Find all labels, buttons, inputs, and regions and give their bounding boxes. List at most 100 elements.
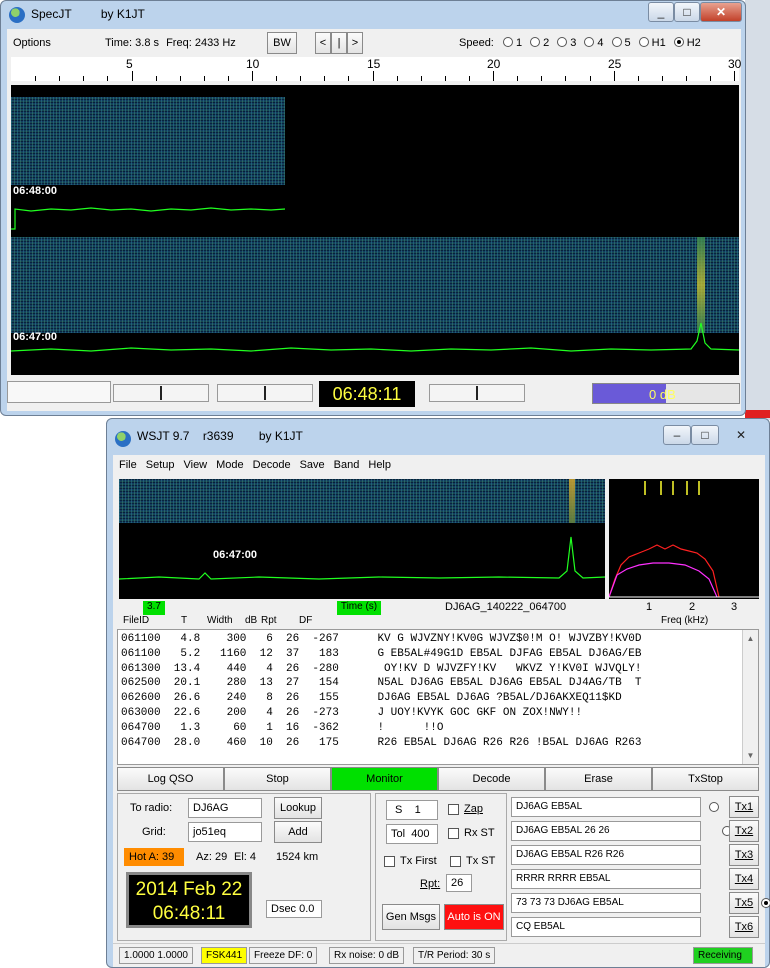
decode-row[interactable]: 061100 4.8 300 6 26 -267 KV G WJVZNY!KV0… (121, 632, 641, 647)
tol-field[interactable]: Tol 400 (386, 824, 438, 844)
tx-select-radio[interactable] (761, 898, 770, 908)
decode-rpt: 26 (286, 706, 300, 719)
tx-message-input[interactable]: CQ EB5AL (511, 917, 701, 937)
monitor-button[interactable]: Monitor (331, 767, 438, 791)
radio-icon[interactable] (503, 37, 513, 47)
speed-option-h1[interactable]: H1 (638, 37, 666, 49)
tx-button[interactable]: Tx4 (729, 868, 759, 890)
dsec-field[interactable]: Dsec 0.0 (266, 900, 322, 918)
s-field[interactable]: S 1 (386, 800, 438, 820)
maximize-button[interactable]: □ (674, 2, 700, 22)
scroll-down-icon[interactable]: ▼ (743, 751, 758, 760)
stop-button[interactable]: Stop (224, 767, 331, 791)
menu-band[interactable]: Band (334, 459, 360, 471)
decode-row[interactable]: 064700 1.3 60 1 16 -362 ! !!O (121, 721, 641, 736)
wsjt-waterfall[interactable]: 06:47:00 (119, 479, 605, 599)
close-button[interactable]: ✕ (700, 2, 742, 22)
menu-mode[interactable]: Mode (216, 459, 244, 471)
grid-input[interactable]: jo51eq (188, 822, 262, 842)
decode-row[interactable]: 062600 26.6 240 8 26 155 DJ6AG EB5AL DJ6… (121, 691, 641, 706)
decode-text: KV G WJVZNY!KV0G WJVZ$0!M O! WJVZBY!KV0D (377, 633, 642, 645)
scroll-up-icon[interactable]: ▲ (743, 634, 758, 643)
zap-checkbox[interactable] (448, 804, 459, 815)
decode-row[interactable]: 062500 20.1 280 13 27 154 N5AL DJ6AG EB5… (121, 676, 641, 691)
tol-label: Tol (391, 828, 406, 840)
radio-icon[interactable] (530, 37, 541, 47)
decode-row[interactable]: 064700 28.0 460 10 26 175 R26 EB5AL DJ6A… (121, 736, 641, 751)
minimize-button[interactable]: _ (648, 2, 674, 22)
tx-message-input[interactable]: DJ6AG EB5AL (511, 797, 701, 817)
tx-message-input[interactable]: DJ6AG EB5AL 26 26 (511, 821, 701, 841)
radio-icon[interactable] (638, 37, 649, 47)
slider-handle[interactable] (476, 386, 478, 400)
rpt-input[interactable]: 26 (446, 874, 472, 892)
decode-row[interactable]: 061100 5.2 1160 12 37 183 G EB5AL#49G1D … (121, 647, 641, 662)
erase-button[interactable]: Erase (545, 767, 652, 791)
nav-prev-button[interactable]: < (315, 32, 331, 54)
rx-st-checkbox[interactable] (448, 828, 459, 839)
maximize-button[interactable]: □ (691, 425, 719, 445)
speed-option-3[interactable]: 3 (557, 37, 576, 49)
minimize-button[interactable]: – (663, 425, 691, 445)
status-freeze: Freeze DF: 0 (249, 947, 318, 964)
menu-decode[interactable]: Decode (253, 459, 291, 471)
decode-rpt: 26 (286, 692, 300, 705)
tx-message-input[interactable]: 73 73 73 DJ6AG EB5AL (511, 893, 701, 913)
tx-message-input[interactable]: DJ6AG EB5AL R26 R26 (511, 845, 701, 865)
speed-option-4[interactable]: 4 (584, 37, 604, 49)
speed-option-1[interactable]: 1 (503, 37, 522, 49)
slider-handle[interactable] (160, 386, 162, 400)
brightness-slider[interactable] (113, 384, 209, 402)
menu-setup[interactable]: Setup (146, 459, 175, 471)
radio-icon[interactable] (611, 37, 622, 47)
radio-icon[interactable] (584, 37, 595, 47)
gain-slider[interactable] (429, 384, 525, 402)
decoded-text-area[interactable]: 061100 4.8 300 6 26 -267 KV G WJVZNY!KV0… (117, 629, 759, 765)
radio-icon[interactable] (557, 37, 568, 47)
tx-button[interactable]: Tx6 (729, 916, 759, 938)
decode-row[interactable]: 061300 13.4 440 4 26 -280 OY!KV D WJVZFY… (121, 662, 641, 677)
decode-width: 440 (226, 662, 247, 675)
tx-button[interactable]: Tx2 (729, 820, 759, 842)
log-qso-button[interactable]: Log QSO (117, 767, 224, 791)
decode-rpt: 26 (286, 633, 300, 645)
ruler-tick (132, 71, 133, 81)
menu-save[interactable]: Save (300, 459, 325, 471)
tx-button[interactable]: Tx1 (729, 796, 759, 818)
decode-rpt: 37 (286, 647, 300, 660)
ruler-tick (348, 76, 349, 81)
options-menu[interactable]: Options (13, 37, 51, 49)
nav-next-button[interactable]: > (347, 32, 363, 54)
gen-msgs-button[interactable]: Gen Msgs (382, 904, 440, 930)
menu-view[interactable]: View (183, 459, 207, 471)
lookup-button[interactable]: Lookup (274, 797, 322, 819)
add-button[interactable]: Add (274, 821, 322, 843)
txstop-button[interactable]: TxStop (652, 767, 759, 791)
tx-message-input[interactable]: RRRR RRRR EB5AL (511, 869, 701, 889)
auto-on-button[interactable]: Auto is ON (444, 904, 504, 930)
speed-option-h2[interactable]: H2 (673, 37, 701, 49)
specjt-titlebar: SpecJT by K1JT (1, 1, 745, 29)
tx-button[interactable]: Tx5 (729, 892, 759, 914)
menu-help[interactable]: Help (368, 459, 391, 471)
tx-select-radio[interactable] (709, 802, 719, 812)
vertical-scrollbar[interactable]: ▲ ▼ (742, 630, 758, 764)
speed-option-2[interactable]: 2 (530, 37, 549, 49)
to-radio-input[interactable]: DJ6AG (188, 798, 262, 818)
slider-handle[interactable] (264, 386, 266, 400)
tx-first-checkbox[interactable] (384, 856, 395, 867)
close-button[interactable]: ✕ (721, 425, 761, 445)
nav-center-button[interactable]: | (331, 32, 347, 54)
decode-t: 13.4 (173, 662, 201, 675)
decode-button[interactable]: Decode (438, 767, 545, 791)
tx-st-checkbox[interactable] (450, 856, 461, 867)
radio-icon[interactable] (673, 37, 684, 47)
specjt-waterfall[interactable]: 06:48:00 06:47:00 (11, 85, 739, 375)
tx-button[interactable]: Tx3 (729, 844, 759, 866)
menu-file[interactable]: File (119, 459, 137, 471)
spectrum-plot[interactable] (609, 479, 759, 599)
contrast-slider[interactable] (217, 384, 313, 402)
bw-button[interactable]: BW (267, 32, 297, 54)
speed-option-5[interactable]: 5 (611, 37, 631, 49)
decode-row[interactable]: 063000 22.6 200 4 26 -273 J UOY!KVYK GOC… (121, 706, 641, 721)
